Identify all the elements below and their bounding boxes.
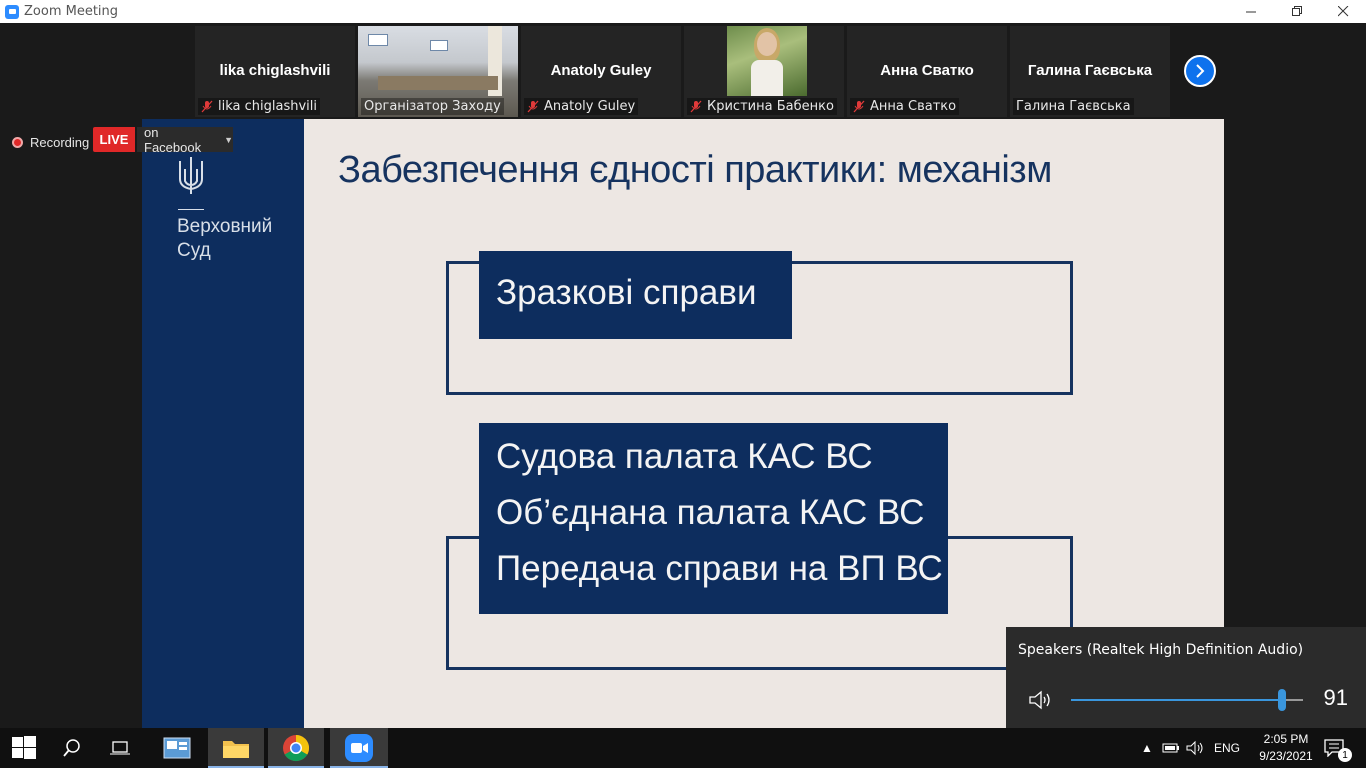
participant-tile[interactable]: lika chiglashvili lika chiglashvili <box>195 26 355 117</box>
participant-video <box>727 26 807 96</box>
start-button[interactable] <box>0 728 48 768</box>
task-view-button[interactable] <box>96 728 144 768</box>
chrome-icon <box>283 734 310 762</box>
participant-name-label: Галина Гаєвська <box>1016 99 1131 114</box>
participant-tile[interactable]: Організатор Заходу <box>358 26 518 117</box>
task-view-icon <box>110 741 130 755</box>
close-button[interactable] <box>1320 0 1366 23</box>
close-icon <box>1337 6 1348 17</box>
divider <box>178 209 204 210</box>
control-panel-icon <box>163 737 191 759</box>
next-page-button[interactable] <box>1184 55 1216 87</box>
taskbar-app-file-explorer[interactable] <box>208 728 264 768</box>
participant-tile[interactable]: Кристина Бабенко <box>684 26 844 117</box>
meeting-area: lika chiglashvili lika chiglashvili Орга… <box>0 23 1366 728</box>
windows-logo-icon <box>12 736 36 759</box>
search-button[interactable] <box>48 728 96 768</box>
participant-tile[interactable]: Анна Сватко Анна Сватко <box>847 26 1007 117</box>
window-title: Zoom Meeting <box>24 4 119 19</box>
slide-box-model-cases: Зразкові справи <box>479 251 792 339</box>
speaker-icon[interactable] <box>1028 689 1054 711</box>
taskbar-app-control-panel[interactable] <box>150 728 204 768</box>
folder-icon <box>223 741 249 758</box>
minimize-icon <box>1245 11 1256 13</box>
slide-sidebar: Верховний Суд <box>142 119 304 728</box>
restore-icon <box>1291 6 1302 16</box>
taskbar: ▲ ENG 2:05 PM 9/23/2021 1 <box>0 728 1366 768</box>
restore-button[interactable] <box>1274 0 1320 23</box>
audio-device-name[interactable]: Speakers (Realtek High Definition Audio) <box>1018 642 1303 658</box>
notification-count-badge: 1 <box>1338 748 1352 762</box>
minimize-button[interactable] <box>1228 0 1274 23</box>
participant-name-label: Кристина Бабенко <box>707 99 834 114</box>
slide-box-chambers: Судова палата КАС ВС Об’єднана палата КА… <box>479 423 948 614</box>
volume-value: 91 <box>1323 685 1348 710</box>
system-tray: ▲ ENG <box>1140 728 1240 768</box>
participant-display-name: Галина Гаєвська <box>1027 62 1153 79</box>
slide-line: Об’єднана палата КАС ВС <box>496 493 925 532</box>
recording-indicator[interactable]: Recording <box>12 131 89 153</box>
window-titlebar: Zoom Meeting <box>0 0 1366 23</box>
participant-display-name: lika chiglashvili <box>219 62 331 79</box>
live-badge: LIVE <box>93 127 135 152</box>
clock[interactable]: 2:05 PM 9/23/2021 <box>1251 731 1321 765</box>
slide-title: Забезпечення єдності практики: механізм <box>338 149 1052 191</box>
participant-strip: lika chiglashvili lika chiglashvili Орга… <box>195 26 1170 119</box>
zoom-icon <box>345 734 373 762</box>
slide-line: Передача справи на ВП ВС <box>496 549 943 588</box>
zoom-logo-icon <box>5 4 19 19</box>
input-language[interactable]: ENG <box>1214 741 1240 755</box>
search-icon <box>63 739 80 757</box>
participant-name-label: lika chiglashvili <box>218 99 317 114</box>
participant-tile[interactable]: Anatoly Guley Anatoly Guley <box>521 26 681 117</box>
trident-icon <box>179 157 203 194</box>
participant-name-label: Анна Сватко <box>870 99 957 114</box>
taskbar-app-chrome[interactable] <box>268 728 324 768</box>
participant-name-label: Anatoly Guley <box>544 99 636 114</box>
chevron-right-icon <box>1196 64 1205 78</box>
volume-slider[interactable] <box>1071 689 1303 711</box>
recording-label: Recording <box>30 134 90 150</box>
chevron-down-icon: ▼ <box>224 134 233 145</box>
slide-line: Судова палата КАС ВС <box>496 437 873 476</box>
muted-mic-icon <box>853 100 866 113</box>
muted-mic-icon <box>201 100 214 113</box>
volume-slider-thumb[interactable] <box>1278 689 1286 711</box>
live-stream-dropdown[interactable]: on Facebook ▼ <box>137 124 233 155</box>
muted-mic-icon <box>690 100 703 113</box>
battery-icon[interactable] <box>1162 741 1180 755</box>
participant-tile[interactable]: Галина Гаєвська Галина Гаєвська <box>1010 26 1170 117</box>
volume-tray-icon[interactable] <box>1186 740 1206 756</box>
participant-display-name: Anatoly Guley <box>550 62 652 79</box>
muted-mic-icon <box>527 100 540 113</box>
show-hidden-icons-icon[interactable]: ▲ <box>1140 741 1154 755</box>
stream-target-label: on Facebook <box>144 124 202 155</box>
taskbar-app-zoom[interactable] <box>330 728 388 768</box>
court-name: Верховний Суд <box>177 216 273 261</box>
record-icon <box>12 136 23 148</box>
participant-name-label: Організатор Заходу <box>364 99 501 114</box>
participant-display-name: Анна Сватко <box>880 62 974 79</box>
volume-flyout: Speakers (Realtek High Definition Audio)… <box>1006 627 1366 728</box>
